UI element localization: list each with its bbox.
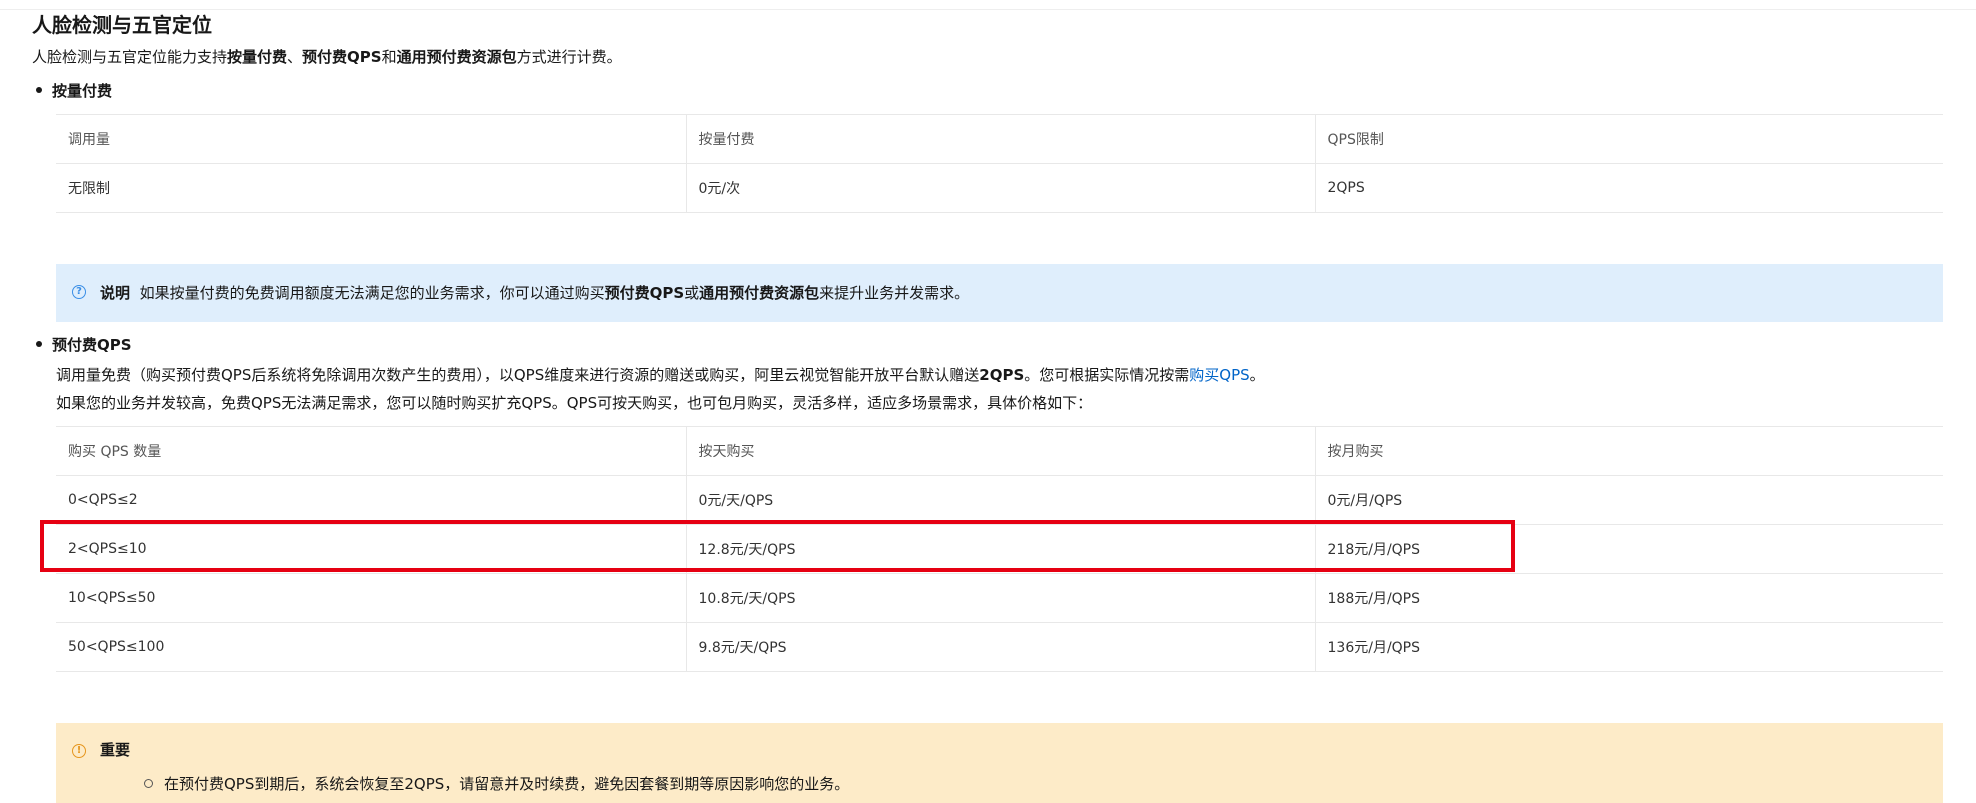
table-row: 10<QPS≤50 10.8元/天/QPS 188元/月/QPS: [56, 573, 1943, 623]
table-header-cell: 购买 QPS 数量: [56, 426, 687, 476]
prepaid-qps-description: 调用量免费（购买预付费QPS后系统将免除调用次数产生的费用），以QPS维度来进行…: [56, 366, 1265, 384]
table-cell: 0元/次: [686, 163, 1316, 213]
bullet-icon: [36, 340, 42, 347]
table-header-cell: QPS限制: [1315, 114, 1943, 164]
note-callout: ? 说明 如果按量付费的免费调用额度无法满足您的业务需求，你可以通过购买预付费Q…: [56, 264, 1943, 322]
table-row: 0<QPS≤2 0元/天/QPS 0元/月/QPS: [56, 475, 1943, 525]
table-cell: 188元/月/QPS: [1315, 573, 1943, 623]
important-item: 在预付费QPS到期后，系统会恢复至2QPS，请留意并及时续费，避免因套餐到期等原…: [164, 775, 850, 793]
table-cell: 136元/月/QPS: [1315, 622, 1943, 672]
buy-qps-link[interactable]: 购买QPS: [1189, 366, 1249, 384]
note-content: 说明 如果按量付费的免费调用额度无法满足您的业务需求，你可以通过购买预付费QPS…: [100, 284, 970, 302]
top-divider: [0, 9, 1976, 10]
exclamation-circle-icon: !: [72, 744, 86, 758]
table-header-row: 调用量 按量付费 QPS限制: [56, 114, 1943, 164]
table-cell: 0<QPS≤2: [56, 475, 687, 525]
page-title: 人脸检测与五官定位: [32, 13, 212, 37]
question-circle-icon: ?: [72, 285, 86, 299]
table-row: 50<QPS≤100 9.8元/天/QPS 136元/月/QPS: [56, 622, 1943, 672]
important-title: 重要: [100, 741, 131, 759]
table-cell: 10.8元/天/QPS: [686, 573, 1316, 623]
section-heading-pay-as-you-go: 按量付费: [36, 80, 112, 102]
table-row: 2<QPS≤10 12.8元/天/QPS 218元/月/QPS: [56, 524, 1943, 574]
table-header-row: 购买 QPS 数量 按天购买 按月购买: [56, 426, 1943, 476]
table-row: 无限制 0元/次 2QPS: [56, 163, 1943, 213]
table-header-cell: 调用量: [56, 114, 687, 164]
section-heading-prepaid-qps: 预付费QPS: [36, 334, 132, 356]
table-cell: 50<QPS≤100: [56, 622, 687, 672]
pay-as-you-go-table: 调用量 按量付费 QPS限制 无限制 0元/次 2QPS: [56, 114, 1943, 213]
table-cell: 0元/天/QPS: [686, 475, 1316, 525]
table-cell: 无限制: [56, 163, 687, 213]
prepaid-qps-pricing-intro: 如果您的业务并发较高，免费QPS无法满足需求，您可以随时购买扩充QPS。QPS可…: [56, 394, 1093, 412]
table-cell: 218元/月/QPS: [1315, 524, 1943, 574]
intro-text: 人脸检测与五官定位能力支持按量付费、预付费QPS和通用预付费资源包方式进行计费。: [32, 48, 622, 66]
prepaid-qps-table: 购买 QPS 数量 按天购买 按月购买 0<QPS≤2 0元/天/QPS 0元/…: [56, 426, 1943, 672]
table-header-cell: 按量付费: [686, 114, 1316, 164]
table-header-cell: 按月购买: [1315, 426, 1943, 476]
table-header-cell: 按天购买: [686, 426, 1316, 476]
important-callout: ! 重要 在预付费QPS到期后，系统会恢复至2QPS，请留意并及时续费，避免因套…: [56, 723, 1943, 803]
table-cell: 0元/月/QPS: [1315, 475, 1943, 525]
table-cell: 10<QPS≤50: [56, 573, 687, 623]
table-cell: 12.8元/天/QPS: [686, 524, 1316, 574]
table-cell: 2<QPS≤10: [56, 524, 687, 574]
table-cell: 2QPS: [1315, 163, 1943, 213]
table-cell: 9.8元/天/QPS: [686, 622, 1316, 672]
bullet-icon: [36, 86, 42, 93]
